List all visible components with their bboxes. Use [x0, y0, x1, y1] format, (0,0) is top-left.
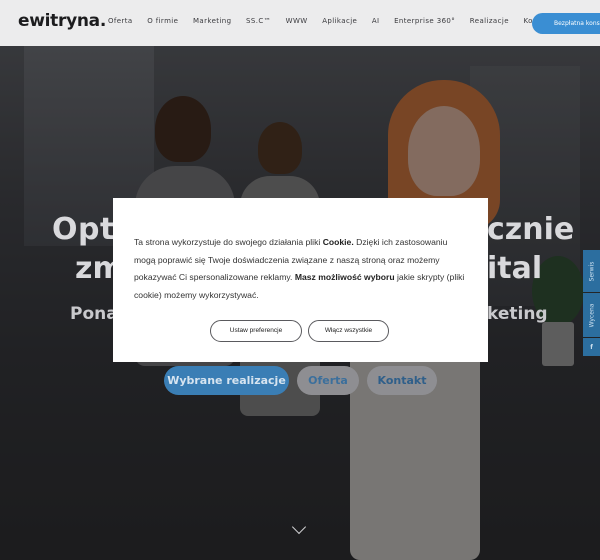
cookie-consent-text: Ta strona wykorzystuje do swojego działa…: [134, 234, 470, 304]
side-tab-label: Serwis: [588, 261, 596, 281]
nav-item-ai[interactable]: AI: [372, 17, 380, 25]
nav-item-o-firmie[interactable]: O firmie: [147, 17, 178, 25]
main-nav: Oferta O firmie Marketing SS.C™ WWW Apli…: [108, 17, 568, 25]
cookie-consent-modal: Ta strona wykorzystuje do swojego działa…: [113, 198, 488, 362]
nav-item-marketing[interactable]: Marketing: [193, 17, 232, 25]
contact-button[interactable]: Kontakt: [367, 366, 437, 395]
nav-item-aplikacje[interactable]: Aplikacje: [322, 17, 357, 25]
cookie-preferences-button[interactable]: Ustaw preferencje: [210, 320, 302, 342]
offer-button[interactable]: Oferta: [297, 366, 359, 395]
nav-item-ssc[interactable]: SS.C™: [246, 17, 271, 25]
selected-projects-button[interactable]: Wybrane realizacje: [164, 366, 289, 395]
cookie-accept-all-button[interactable]: Włącz wszystkie: [308, 320, 389, 342]
nav-item-enterprise[interactable]: Enterprise 360°: [394, 17, 455, 25]
hero-title: ital: [487, 251, 543, 286]
side-tab-wycena[interactable]: Wycena: [583, 293, 600, 337]
cookie-text-segment: Ta strona wykorzystuje do swojego działa…: [134, 237, 323, 247]
nav-item-oferta[interactable]: Oferta: [108, 17, 133, 25]
facebook-label: f: [590, 343, 593, 351]
cookie-text-bold: Masz możliwość wyboru: [294, 272, 395, 282]
site-header: ewitryna. Oferta O firmie Marketing SS.C…: [0, 0, 600, 46]
facebook-icon[interactable]: f: [583, 338, 600, 356]
side-tab-serwis[interactable]: Serwis: [583, 250, 600, 292]
cookie-text-bold: Cookie.: [322, 237, 354, 247]
side-tab-label: Wycena: [588, 303, 596, 327]
nav-item-realizacje[interactable]: Realizacje: [470, 17, 509, 25]
logo[interactable]: ewitryna.: [18, 11, 106, 31]
consultation-button[interactable]: Bezpłatna konsultacja: [532, 13, 600, 34]
hero-title: cznie: [487, 212, 575, 247]
nav-item-www[interactable]: WWW: [286, 17, 308, 25]
hero-subtitle: keting: [487, 304, 548, 324]
